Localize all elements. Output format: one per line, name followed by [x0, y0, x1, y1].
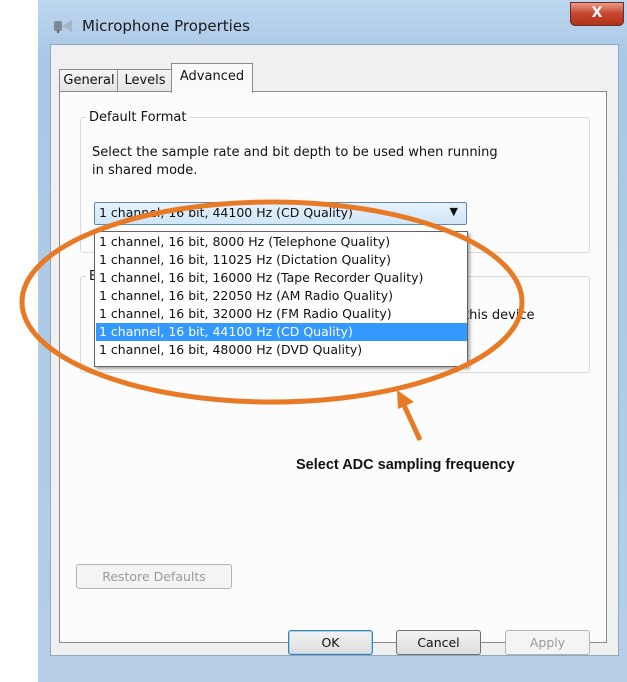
window-title: Microphone Properties [82, 17, 250, 35]
sample-format-dropdown-list: 1 channel, 16 bit, 8000 Hz (Telephone Qu… [94, 231, 468, 367]
sample-format-selected-value: 1 channel, 16 bit, 44100 Hz (CD Quality) [99, 205, 353, 220]
format-option-8000[interactable]: 1 channel, 16 bit, 8000 Hz (Telephone Qu… [96, 233, 467, 251]
exclusive-mode-description: this device [464, 308, 535, 323]
format-option-32000[interactable]: 1 channel, 16 bit, 32000 Hz (FM Radio Qu… [96, 305, 467, 323]
microphone-icon [54, 20, 72, 33]
title-bar[interactable]: Microphone Properties X [38, 0, 627, 44]
tab-general[interactable]: General [59, 69, 119, 92]
advanced-tab-page: Default Format Select the sample rate an… [59, 91, 607, 643]
format-option-16000[interactable]: 1 channel, 16 bit, 16000 Hz (Tape Record… [96, 269, 467, 287]
format-option-22050[interactable]: 1 channel, 16 bit, 22050 Hz (AM Radio Qu… [96, 287, 467, 305]
default-format-label: Default Format [86, 110, 190, 125]
ok-button[interactable]: OK [288, 630, 373, 655]
format-option-11025[interactable]: 1 channel, 16 bit, 11025 Hz (Dictation Q… [96, 251, 467, 269]
annotation-caption: Select ADC sampling frequency [296, 457, 515, 473]
tab-advanced[interactable]: Advanced [171, 63, 253, 93]
tab-levels[interactable]: Levels [117, 69, 173, 92]
default-format-description-line2: in shared mode. [92, 163, 198, 178]
sample-format-select[interactable]: 1 channel, 16 bit, 44100 Hz (CD Quality)… [94, 202, 467, 225]
format-option-48000[interactable]: 1 channel, 16 bit, 48000 Hz (DVD Quality… [96, 341, 467, 359]
default-format-description-line1: Select the sample rate and bit depth to … [92, 145, 498, 160]
close-button[interactable]: X [570, 2, 624, 26]
chevron-down-icon[interactable]: ▼ [450, 205, 458, 218]
format-option-44100[interactable]: 1 channel, 16 bit, 44100 Hz (CD Quality) [96, 323, 467, 341]
restore-defaults-button[interactable]: Restore Defaults [76, 564, 232, 589]
apply-button[interactable]: Apply [505, 630, 590, 655]
cancel-button[interactable]: Cancel [396, 630, 481, 655]
